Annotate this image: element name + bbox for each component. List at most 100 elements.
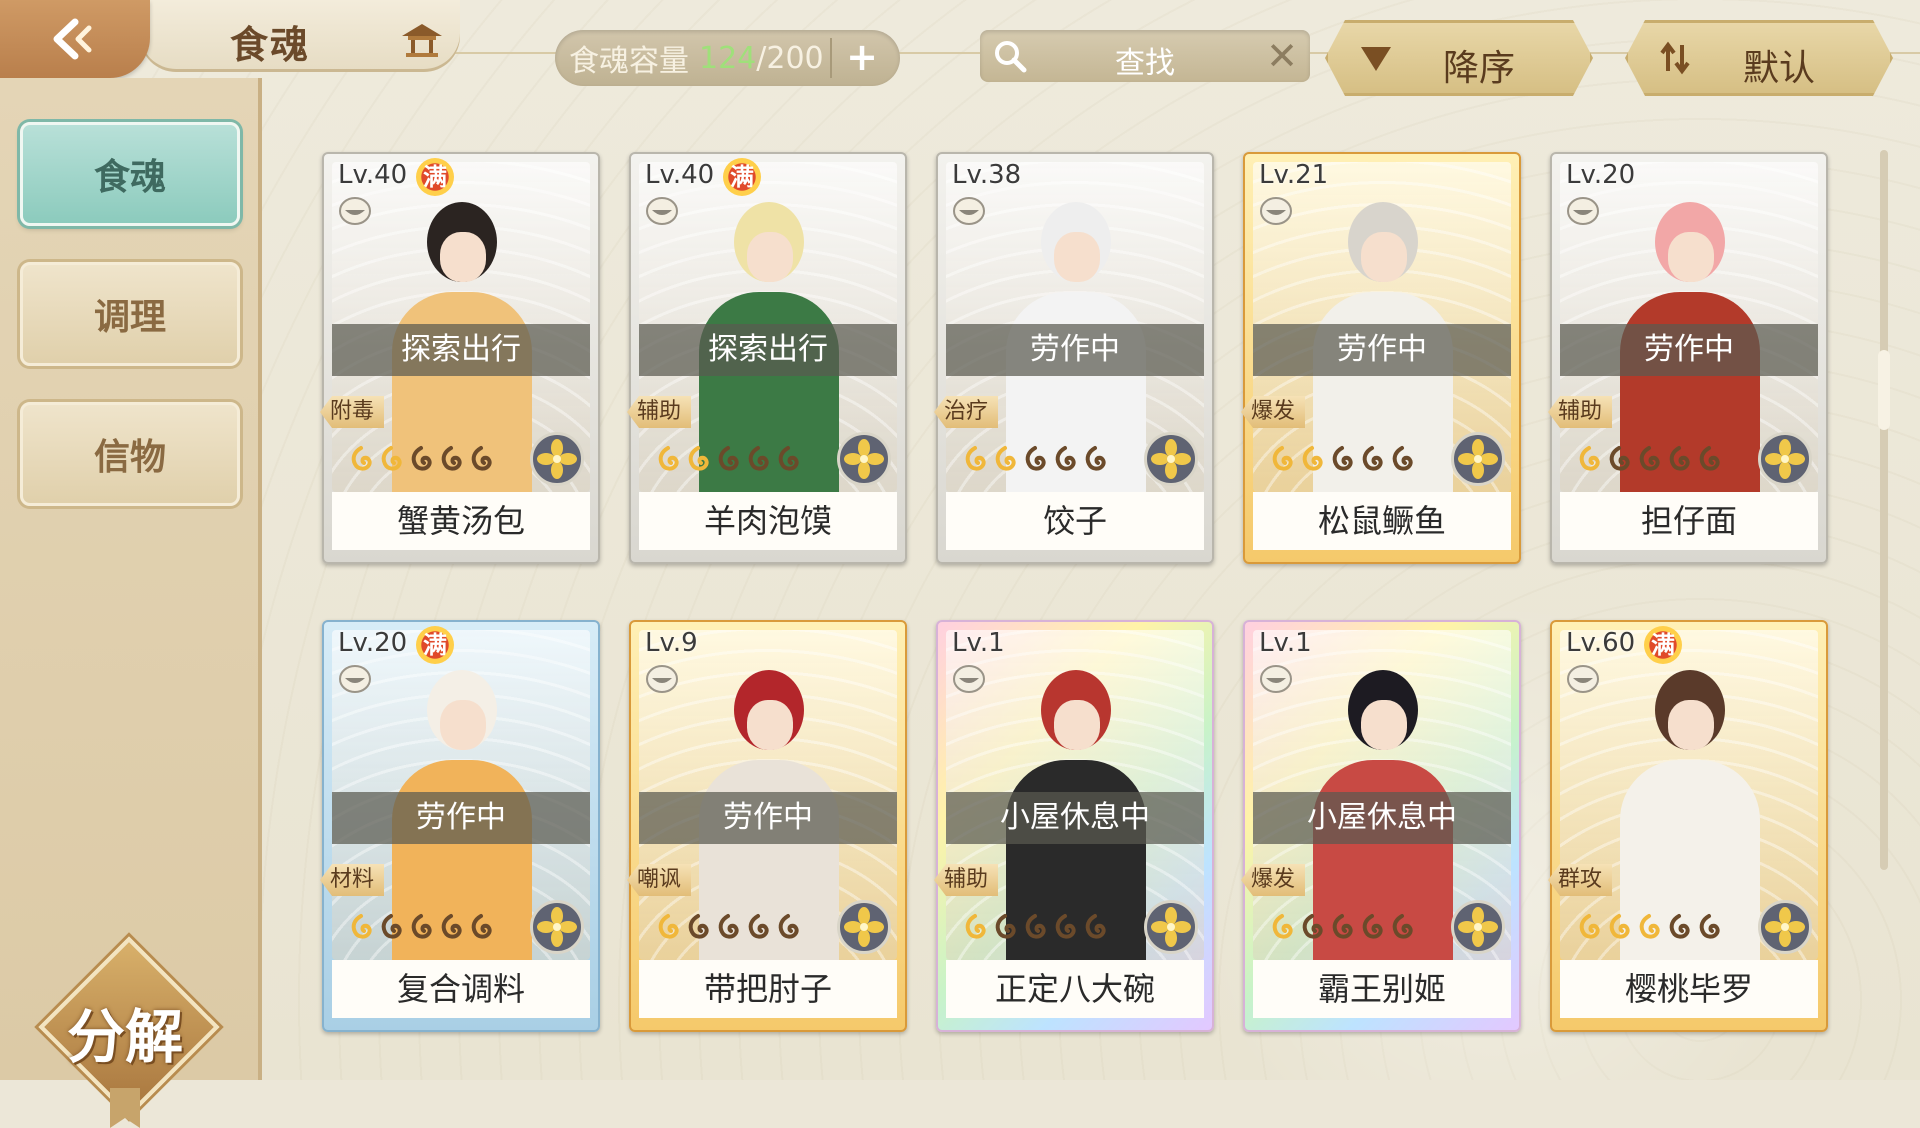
awakening-star-empty-icon — [1699, 914, 1720, 939]
awakening-star-empty-icon — [1699, 446, 1720, 471]
capacity-separator — [830, 38, 832, 78]
awakening-star-empty-icon — [1639, 446, 1660, 471]
back-button[interactable] — [0, 0, 150, 78]
awakening-star-filled-icon — [1639, 914, 1660, 939]
tab-conditioning[interactable]: 调理 — [20, 262, 240, 366]
status-banner: 探索出行 — [332, 324, 590, 376]
awakening-star-empty-icon — [1669, 914, 1690, 939]
awakening-star-empty-icon — [381, 914, 402, 939]
bowl-icon — [339, 197, 371, 225]
awakening-star-filled-icon — [658, 914, 679, 939]
awakening-star-empty-icon — [718, 914, 739, 939]
awakening-star-filled-icon — [1609, 914, 1630, 939]
decompose-button[interactable]: 分解 — [38, 936, 220, 1128]
scrollbar-thumb[interactable] — [1878, 350, 1890, 430]
status-banner: 劳作中 — [639, 792, 897, 844]
page-title: 食魂 — [230, 22, 311, 67]
awakening-star-filled-icon — [688, 446, 709, 471]
awakening-star-empty-icon — [1025, 446, 1046, 471]
character-name: 带把肘子 — [639, 960, 897, 1018]
sort-mode-button[interactable]: 默认 — [1625, 20, 1893, 96]
flower-rank-icon — [1144, 900, 1198, 954]
level-label: Lv.60 — [1566, 628, 1636, 658]
status-banner: 探索出行 — [639, 324, 897, 376]
role-tag: 群攻 — [1548, 864, 1612, 896]
sort-order-button[interactable]: 降序 — [1325, 20, 1593, 96]
awakening-stars — [653, 912, 803, 942]
clear-search-button[interactable]: ✕ — [1266, 34, 1298, 78]
flower-rank-icon — [1758, 432, 1812, 486]
level-label: Lv.1 — [1259, 628, 1312, 658]
awakening-star-empty-icon — [1332, 914, 1353, 939]
awakening-stars — [960, 912, 1110, 942]
food-soul-card[interactable]: Lv.20 满 劳作中 材料 复合调料 — [320, 620, 600, 1032]
flower-rank-icon — [1451, 900, 1505, 954]
max-badge: 满 — [1644, 626, 1682, 664]
max-badge: 满 — [723, 158, 761, 196]
food-soul-card[interactable]: Lv.1 小屋休息中 爆发 霸王别姬 — [1241, 620, 1521, 1032]
awakening-star-empty-icon — [441, 446, 462, 471]
awakening-star-filled-icon — [995, 446, 1016, 471]
awakening-star-filled-icon — [351, 914, 372, 939]
awakening-star-empty-icon — [1332, 446, 1353, 471]
search-field[interactable]: 查找 ✕ — [980, 30, 1310, 82]
capacity-display: 食魂容量 124 /200 + — [555, 30, 900, 86]
status-banner: 劳作中 — [1253, 324, 1511, 376]
pavilion-icon[interactable] — [400, 22, 444, 58]
awakening-star-empty-icon — [471, 446, 492, 471]
food-soul-card[interactable]: Lv.21 劳作中 爆发 松鼠鳜鱼 — [1241, 152, 1521, 564]
awakening-star-empty-icon — [748, 446, 769, 471]
status-banner: 劳作中 — [1560, 324, 1818, 376]
character-face — [1361, 700, 1407, 750]
tab-tokens[interactable]: 信物 — [20, 402, 240, 506]
flower-rank-icon — [530, 900, 584, 954]
food-soul-card[interactable]: Lv.38 劳作中 治疗 饺子 — [934, 152, 1214, 564]
food-soul-card[interactable]: Lv.40 满 探索出行 附毒 蟹黄汤包 — [320, 152, 600, 564]
awakening-stars — [1267, 444, 1417, 474]
food-soul-card[interactable]: Lv.20 劳作中 辅助 担仔面 — [1548, 152, 1828, 564]
role-tag: 材料 — [320, 864, 384, 896]
character-name: 蟹黄汤包 — [332, 492, 590, 550]
awakening-stars — [1574, 912, 1724, 942]
bowl-icon — [953, 197, 985, 225]
character-face — [747, 700, 793, 750]
flower-rank-icon — [837, 900, 891, 954]
food-soul-card[interactable]: Lv.40 满 探索出行 辅助 羊肉泡馍 — [627, 152, 907, 564]
awakening-star-empty-icon — [1085, 446, 1106, 471]
awakening-star-empty-icon — [1302, 914, 1323, 939]
awakening-star-filled-icon — [1302, 446, 1323, 471]
character-face — [1668, 700, 1714, 750]
awakening-star-empty-icon — [1055, 446, 1076, 471]
character-face — [1054, 232, 1100, 282]
level-label: Lv.1 — [952, 628, 1005, 658]
bowl-icon — [953, 665, 985, 693]
awakening-star-empty-icon — [1085, 914, 1106, 939]
level-label: Lv.40 — [645, 160, 715, 190]
awakening-star-empty-icon — [1609, 446, 1630, 471]
food-soul-card[interactable]: Lv.60 满 群攻 樱桃毕罗 — [1548, 620, 1828, 1032]
bowl-icon — [646, 197, 678, 225]
flower-rank-icon — [530, 432, 584, 486]
awakening-stars — [346, 912, 496, 942]
level-label: Lv.21 — [1259, 160, 1329, 190]
character-name: 担仔面 — [1560, 492, 1818, 550]
role-tag: 爆发 — [1241, 864, 1305, 896]
food-soul-card[interactable]: Lv.1 小屋休息中 辅助 正定八大碗 — [934, 620, 1214, 1032]
awakening-star-empty-icon — [1392, 914, 1413, 939]
character-name: 松鼠鳜鱼 — [1253, 492, 1511, 550]
awakening-stars — [1574, 444, 1724, 474]
food-soul-card[interactable]: Lv.9 劳作中 嘲讽 带把肘子 — [627, 620, 907, 1032]
awakening-star-empty-icon — [471, 914, 492, 939]
capacity-label: 食魂容量 — [569, 44, 689, 79]
scrollbar-track[interactable] — [1880, 150, 1888, 870]
bowl-icon — [1260, 665, 1292, 693]
level-label: Lv.20 — [338, 628, 408, 658]
character-face — [440, 232, 486, 282]
role-tag: 治疗 — [934, 396, 998, 428]
character-face — [1054, 700, 1100, 750]
status-banner: 劳作中 — [332, 792, 590, 844]
add-capacity-button[interactable]: + — [842, 38, 882, 78]
awakening-star-empty-icon — [995, 914, 1016, 939]
tab-food-souls[interactable]: 食魂 — [20, 122, 240, 226]
back-arrow-icon — [53, 18, 92, 60]
